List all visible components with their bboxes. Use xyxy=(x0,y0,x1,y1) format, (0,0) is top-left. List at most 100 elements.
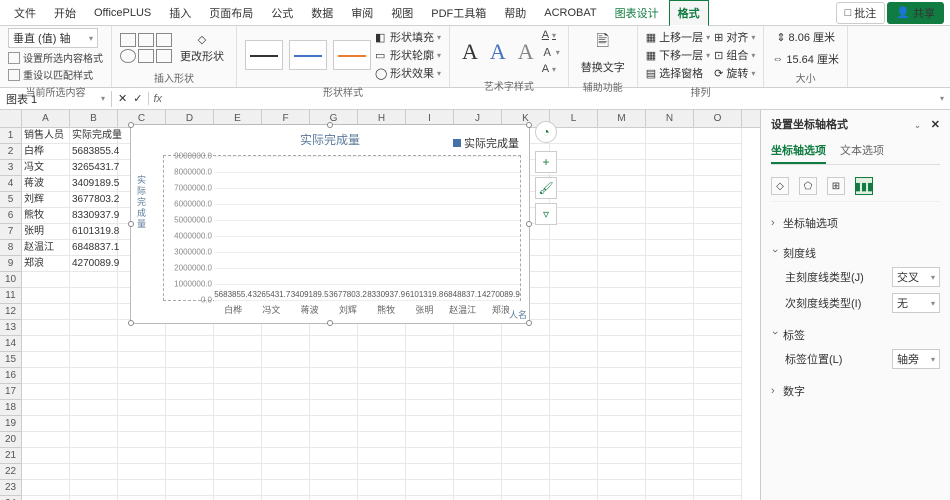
cell[interactable] xyxy=(694,448,742,464)
cell[interactable] xyxy=(550,432,598,448)
cell[interactable] xyxy=(22,432,70,448)
cell[interactable] xyxy=(262,336,310,352)
cell[interactable] xyxy=(358,432,406,448)
row-header[interactable]: 8 xyxy=(0,240,21,256)
cell[interactable] xyxy=(454,368,502,384)
shape-effect-button[interactable]: ◯形状效果 ▾ xyxy=(375,64,441,82)
cell[interactable] xyxy=(22,272,70,288)
cell[interactable] xyxy=(646,400,694,416)
cell[interactable] xyxy=(694,240,742,256)
menu-officeplus[interactable]: OfficePLUS xyxy=(86,3,159,23)
chart-bar[interactable]: 3265431.7冯文 xyxy=(255,290,289,300)
shape-outline-button[interactable]: ▭形状轮廓 ▾ xyxy=(375,46,441,64)
cell[interactable] xyxy=(70,352,118,368)
cell[interactable] xyxy=(310,336,358,352)
cell[interactable] xyxy=(646,384,694,400)
wordart-style-1[interactable]: A xyxy=(458,39,482,65)
cell[interactable] xyxy=(406,400,454,416)
cell[interactable]: 8330937.9 xyxy=(70,208,118,224)
cell[interactable] xyxy=(646,288,694,304)
cell[interactable] xyxy=(694,480,742,496)
chart-y-axis[interactable]: 0.01000000.02000000.03000000.04000000.05… xyxy=(164,156,214,300)
cell[interactable] xyxy=(502,400,550,416)
cell[interactable] xyxy=(502,480,550,496)
cell[interactable] xyxy=(550,144,598,160)
cell[interactable] xyxy=(262,416,310,432)
cell[interactable] xyxy=(550,128,598,144)
row-header[interactable]: 3 xyxy=(0,160,21,176)
cell[interactable]: 5683855.4 xyxy=(70,144,118,160)
chart-bar[interactable]: 3409189.5蒋波 xyxy=(293,290,327,300)
cell[interactable] xyxy=(550,320,598,336)
cell[interactable] xyxy=(550,400,598,416)
col-header[interactable]: M xyxy=(598,110,646,127)
cell[interactable] xyxy=(502,416,550,432)
pane-icon-effects[interactable]: ⬠ xyxy=(799,177,817,195)
col-header[interactable]: L xyxy=(550,110,598,127)
alt-text-button[interactable]: 🖹替换文字 xyxy=(577,28,629,77)
row-header[interactable]: 12 xyxy=(0,304,21,320)
row-header[interactable]: 11 xyxy=(0,288,21,304)
cell[interactable] xyxy=(22,304,70,320)
cell[interactable] xyxy=(262,384,310,400)
wordart-style-2[interactable]: A xyxy=(486,39,510,65)
cell[interactable] xyxy=(118,480,166,496)
cell[interactable] xyxy=(166,416,214,432)
chart-plot-area[interactable]: 0.01000000.02000000.03000000.04000000.05… xyxy=(163,155,521,301)
cell[interactable] xyxy=(694,400,742,416)
cell[interactable] xyxy=(598,224,646,240)
row-header[interactable]: 13 xyxy=(0,320,21,336)
cell[interactable] xyxy=(406,432,454,448)
col-header[interactable]: N xyxy=(646,110,694,127)
embedded-chart[interactable]: 实际完成量 实际完成量 实际完成量 0.01000000.02000000.03… xyxy=(130,124,530,324)
cell[interactable] xyxy=(70,368,118,384)
cell[interactable] xyxy=(694,160,742,176)
label-position-dropdown[interactable]: 轴旁▾ xyxy=(892,349,940,369)
cell[interactable] xyxy=(694,464,742,480)
cell[interactable] xyxy=(502,448,550,464)
cell[interactable] xyxy=(454,432,502,448)
row-header[interactable]: 23 xyxy=(0,480,21,496)
cell[interactable] xyxy=(70,416,118,432)
cell[interactable] xyxy=(262,464,310,480)
menu-file[interactable]: 文件 xyxy=(6,1,44,25)
cell[interactable] xyxy=(310,368,358,384)
cell[interactable] xyxy=(646,448,694,464)
row-header[interactable]: 24 xyxy=(0,496,21,500)
row-header[interactable]: 10 xyxy=(0,272,21,288)
cell[interactable] xyxy=(358,464,406,480)
major-tick-dropdown[interactable]: 交叉▾ xyxy=(892,267,940,287)
cell[interactable] xyxy=(406,496,454,500)
cell[interactable] xyxy=(646,208,694,224)
row-header[interactable]: 21 xyxy=(0,448,21,464)
cell[interactable] xyxy=(646,496,694,500)
cell[interactable] xyxy=(22,496,70,500)
menu-chartdesign[interactable]: 图表设计 xyxy=(607,1,667,25)
cell[interactable] xyxy=(454,496,502,500)
row-header[interactable]: 19 xyxy=(0,416,21,432)
cell[interactable] xyxy=(694,224,742,240)
cell[interactable] xyxy=(694,128,742,144)
text-effect-button[interactable]: A ▾ xyxy=(542,62,560,76)
cell[interactable] xyxy=(454,352,502,368)
cell[interactable] xyxy=(214,384,262,400)
row-header[interactable]: 22 xyxy=(0,464,21,480)
cell[interactable] xyxy=(310,480,358,496)
cell[interactable] xyxy=(70,272,118,288)
cell[interactable] xyxy=(694,320,742,336)
cell[interactable] xyxy=(694,272,742,288)
cell[interactable] xyxy=(598,272,646,288)
cell[interactable] xyxy=(358,416,406,432)
cell[interactable] xyxy=(598,160,646,176)
cell[interactable] xyxy=(358,496,406,500)
cell[interactable] xyxy=(598,480,646,496)
cell[interactable] xyxy=(598,288,646,304)
cell[interactable] xyxy=(502,496,550,500)
cell[interactable] xyxy=(646,272,694,288)
chart-elements-button[interactable]: + xyxy=(535,151,557,173)
cell[interactable] xyxy=(454,336,502,352)
cell[interactable] xyxy=(646,336,694,352)
cell[interactable] xyxy=(70,320,118,336)
cell[interactable] xyxy=(118,368,166,384)
chart-bar[interactable]: 6101319.8张明 xyxy=(408,290,442,300)
